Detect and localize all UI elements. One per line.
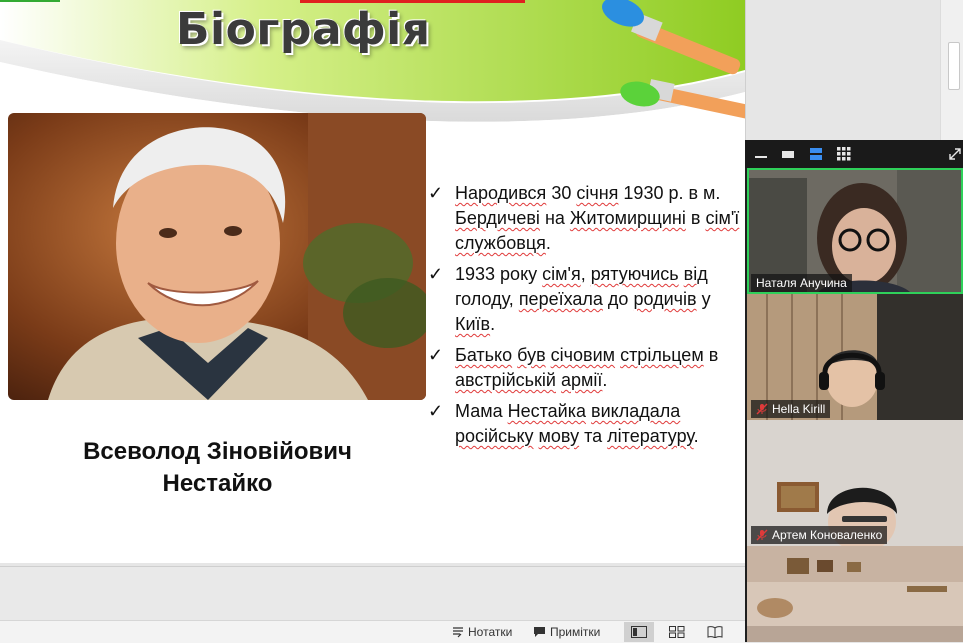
bio-text: викладала — [591, 401, 681, 421]
video-meeting-panel: Наталя Анучина Hella Kirill Артем Конова… — [745, 140, 963, 642]
bio-text: у — [696, 289, 711, 309]
slide-sorter-view-button[interactable] — [662, 622, 692, 642]
bio-text: 30 — [546, 183, 577, 203]
bio-text: Бердичеві — [455, 208, 540, 228]
speaker-view-icon[interactable] — [809, 147, 823, 161]
bio-text: службовця — [455, 233, 546, 253]
bio-text: Київ — [455, 314, 491, 334]
status-bar: Нотатки Примітки — [0, 620, 745, 643]
bio-text: в — [703, 345, 719, 365]
bio-text: сім'я — [542, 264, 581, 284]
gallery-view-icon[interactable] — [837, 147, 851, 161]
bio-text: в — [685, 208, 706, 228]
bio-text: . — [602, 370, 608, 390]
bio-text: , — [580, 264, 591, 284]
bio-text: Народився — [455, 183, 547, 203]
reading-view-icon — [707, 626, 723, 638]
bio-text: армії — [561, 370, 603, 390]
minimize-icon[interactable] — [754, 147, 768, 161]
checkmark-icon: ✓ — [428, 183, 444, 203]
person-name: Всеволод Зіновійович Нестайко — [30, 436, 405, 500]
bio-text: Батько — [455, 345, 513, 365]
notes-label: Нотатки — [468, 625, 513, 639]
bio-text: . — [693, 426, 699, 446]
comment-icon — [534, 627, 545, 637]
bio-text: переїхала — [518, 289, 603, 309]
bio-text: рятуючись — [590, 264, 679, 284]
portrait-photo — [8, 113, 426, 400]
bio-text: на — [539, 208, 570, 228]
bio-text: та — [579, 426, 608, 446]
bio-bullet: ✓ Мама Нестайка викладала російську мову … — [428, 399, 745, 449]
participant-name-tag: Наталя Анучина — [751, 274, 852, 292]
expand-icon[interactable] — [948, 147, 962, 161]
normal-view-icon — [631, 626, 647, 638]
participant-video-tile[interactable] — [747, 546, 963, 642]
person-name-line-1: Всеволод Зіновійович — [83, 438, 352, 465]
bio-text: російську — [455, 426, 534, 446]
bio-text: 1933 року — [455, 264, 543, 284]
bio-text: до — [602, 289, 634, 309]
comments-label: Примітки — [550, 625, 601, 639]
slide-title: Біографія — [176, 4, 431, 55]
checkmark-icon: ✓ — [428, 401, 444, 421]
participant-name: Наталя Анучина — [756, 276, 847, 290]
participant-video-tile[interactable]: Артем Коноваленко — [747, 420, 963, 546]
notes-button[interactable]: Нотатки — [452, 623, 512, 641]
checkmark-icon: ✓ — [428, 264, 444, 284]
mic-muted-icon — [756, 529, 768, 541]
scrollbar-thumb[interactable] — [948, 42, 960, 90]
reading-view-button[interactable] — [700, 622, 730, 642]
comments-button[interactable]: Примітки — [533, 623, 600, 641]
participant-name: Артем Коноваленко — [772, 528, 883, 542]
participant-name: Hella Kirill — [772, 402, 826, 416]
bio-bullet: ✓ 1933 року сім'я, рятуючись від голоду, … — [428, 262, 745, 337]
notes-pane[interactable] — [0, 566, 745, 621]
participant-video-tile[interactable]: Наталя Анучина — [747, 168, 963, 294]
bio-text: Нестайка — [507, 401, 586, 421]
bio-text: Мама — [455, 401, 508, 421]
bio-text: . — [490, 314, 496, 334]
bio-text: . — [545, 233, 551, 253]
bio-text: мову — [538, 426, 580, 446]
notes-icon — [453, 627, 463, 638]
biography-bullet-list: ✓ Народився 30 січня 1930 р. в м. Бердиче… — [428, 181, 745, 455]
slide-canvas[interactable]: Біографія Всеволод Зіновійович Нестайко … — [0, 0, 746, 563]
bio-text: стрільцем — [620, 345, 704, 365]
bio-text: 1930 р. в м. — [618, 183, 721, 203]
meeting-panel-toolbar — [745, 140, 963, 168]
bio-text: був — [517, 345, 546, 365]
bio-text: січня — [576, 183, 619, 203]
bio-text: літературу — [607, 426, 694, 446]
bio-text: родичів — [633, 289, 697, 309]
participant-name-tag: Артем Коноваленко — [751, 526, 888, 544]
participant-name-tag: Hella Kirill — [751, 400, 831, 418]
participant-video-tile[interactable]: Hella Kirill — [747, 294, 963, 420]
mic-muted-icon — [756, 403, 768, 415]
bio-text: січовим — [550, 345, 616, 365]
thumbnail-view-icon[interactable] — [781, 147, 795, 161]
bio-text: від — [683, 264, 708, 284]
slide-sorter-icon — [669, 626, 685, 638]
person-name-line-2: Нестайко — [162, 470, 273, 497]
bio-text: сім'ї — [705, 208, 740, 228]
normal-view-button[interactable] — [624, 622, 654, 642]
bio-text: голоду, — [455, 289, 519, 309]
bio-text: австрійській — [455, 370, 556, 390]
participant-video — [747, 546, 963, 642]
bio-bullet: ✓ Народився 30 січня 1930 р. в м. Бердиче… — [428, 181, 745, 256]
bio-bullet: ✓ Батько був січовим стрільцем в австрійс… — [428, 343, 745, 393]
checkmark-icon: ✓ — [428, 345, 444, 365]
bio-text: Житомирщині — [569, 208, 686, 228]
